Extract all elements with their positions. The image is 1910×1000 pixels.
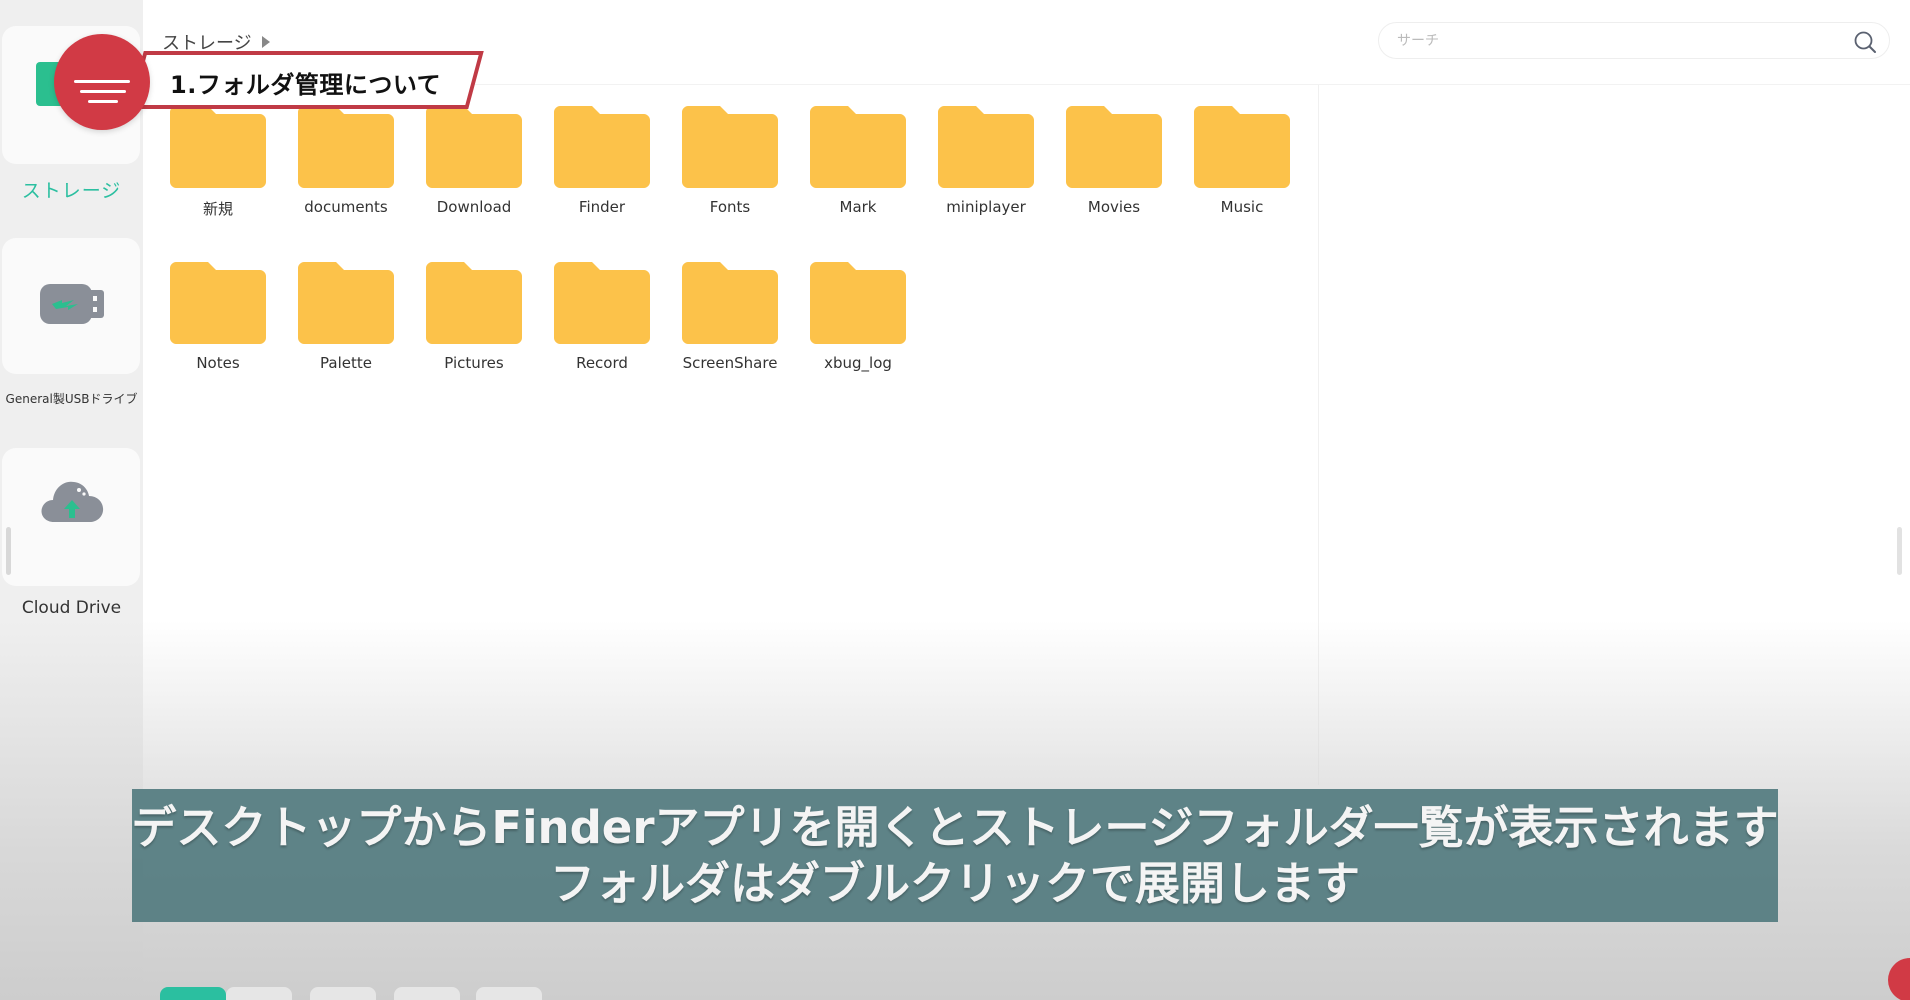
folder-item[interactable]: Fonts: [666, 102, 794, 222]
folder-icon: [682, 262, 778, 344]
folder-icon: [938, 106, 1034, 188]
right-panel-handle[interactable]: [1897, 527, 1902, 575]
list-view-button[interactable]: [226, 987, 292, 1000]
folder-item[interactable]: Record: [538, 258, 666, 378]
folder-icon: [170, 262, 266, 344]
sidebar-item-cloud-drive-label: Cloud Drive: [21, 598, 122, 618]
search-input[interactable]: [1397, 31, 1827, 51]
content-divider: [1318, 85, 1319, 785]
folder-item[interactable]: Notes: [154, 258, 282, 378]
folder-name: xbug_log: [824, 354, 892, 372]
folder-name: Music: [1220, 198, 1264, 216]
folder-icon: [554, 106, 650, 188]
copy-button[interactable]: [394, 987, 460, 1000]
folder-name: miniplayer: [946, 198, 1026, 216]
folder-item[interactable]: Movies: [1050, 102, 1178, 222]
folder-item[interactable]: 新規: [154, 102, 282, 222]
new-file-button[interactable]: [310, 987, 376, 1000]
grid-view-button[interactable]: [160, 987, 226, 1000]
subtitle-line-1: デスクトップからFinderアプリを開くとストレージフォルダ一覧が表示されます: [131, 800, 1779, 854]
folder-name: documents: [304, 198, 388, 216]
folder-icon: [426, 262, 522, 344]
folder-item[interactable]: ScreenShare: [666, 258, 794, 378]
folder-icon: [1194, 106, 1290, 188]
folder-item[interactable]: Finder: [538, 102, 666, 222]
folder-name: 新規: [202, 200, 233, 218]
folder-icon: [426, 106, 522, 188]
folder-icon: [810, 106, 906, 188]
folder-name: Pictures: [444, 354, 504, 372]
folder-item[interactable]: Mark: [794, 102, 922, 222]
new-folder-button[interactable]: [476, 987, 542, 1000]
folder-name: Mark: [839, 198, 877, 216]
folder-item[interactable]: Pictures: [410, 258, 538, 378]
video-subtitle: デスクトップからFinderアプリを開くとストレージフォルダ一覧が表示されます …: [131, 789, 1779, 922]
topic-banner-title: 1.フォルダ管理について: [170, 71, 442, 99]
folder-icon: [810, 262, 906, 344]
folder-item[interactable]: Music: [1178, 102, 1306, 222]
folder-item[interactable]: xbug_log: [794, 258, 922, 378]
sidebar-item-storage-label: ストレージ: [21, 180, 122, 202]
folder-name: Fonts: [709, 198, 751, 216]
search-icon[interactable]: [1853, 30, 1877, 54]
chevron-right-icon: [261, 36, 270, 48]
folder-item[interactable]: Download: [410, 102, 538, 222]
sidebar: ストレージ General製USBドライブ Cloud Drive: [0, 0, 143, 1000]
sidebar-item-usb-drive-label: General製USBドライブ: [5, 392, 138, 406]
channel-logo-icon: [1888, 958, 1910, 1000]
folder-icon: [298, 262, 394, 344]
folder-name: Finder: [578, 198, 626, 216]
folder-name: Movies: [1087, 198, 1141, 216]
folder-item[interactable]: documents: [282, 102, 410, 222]
folder-icon: [682, 106, 778, 188]
folder-icon: [1066, 106, 1162, 188]
folder-icon: [298, 106, 394, 188]
folder-icon: [170, 106, 266, 188]
folder-name: Palette: [320, 354, 372, 372]
search-bar: [1378, 22, 1890, 59]
folder-name: ScreenShare: [682, 354, 778, 372]
folder-name: Record: [576, 354, 628, 372]
subtitle-line-2: フォルダはダブルクリックで展開します: [549, 856, 1360, 910]
folder-name: Download: [436, 198, 512, 216]
sidebar-item-usb-drive[interactable]: [2, 238, 140, 374]
cloud-upload-icon: [41, 481, 104, 522]
folder-item[interactable]: Palette: [282, 258, 410, 378]
folder-item[interactable]: miniplayer: [922, 102, 1050, 222]
sidebar-item-cloud-drive[interactable]: [2, 448, 140, 586]
usb-drive-icon: [40, 284, 104, 324]
folder-icon: [554, 262, 650, 344]
folder-name: Notes: [196, 354, 240, 372]
menu-lines-icon: [54, 34, 150, 130]
sidebar-scroll-handle[interactable]: [6, 527, 11, 575]
